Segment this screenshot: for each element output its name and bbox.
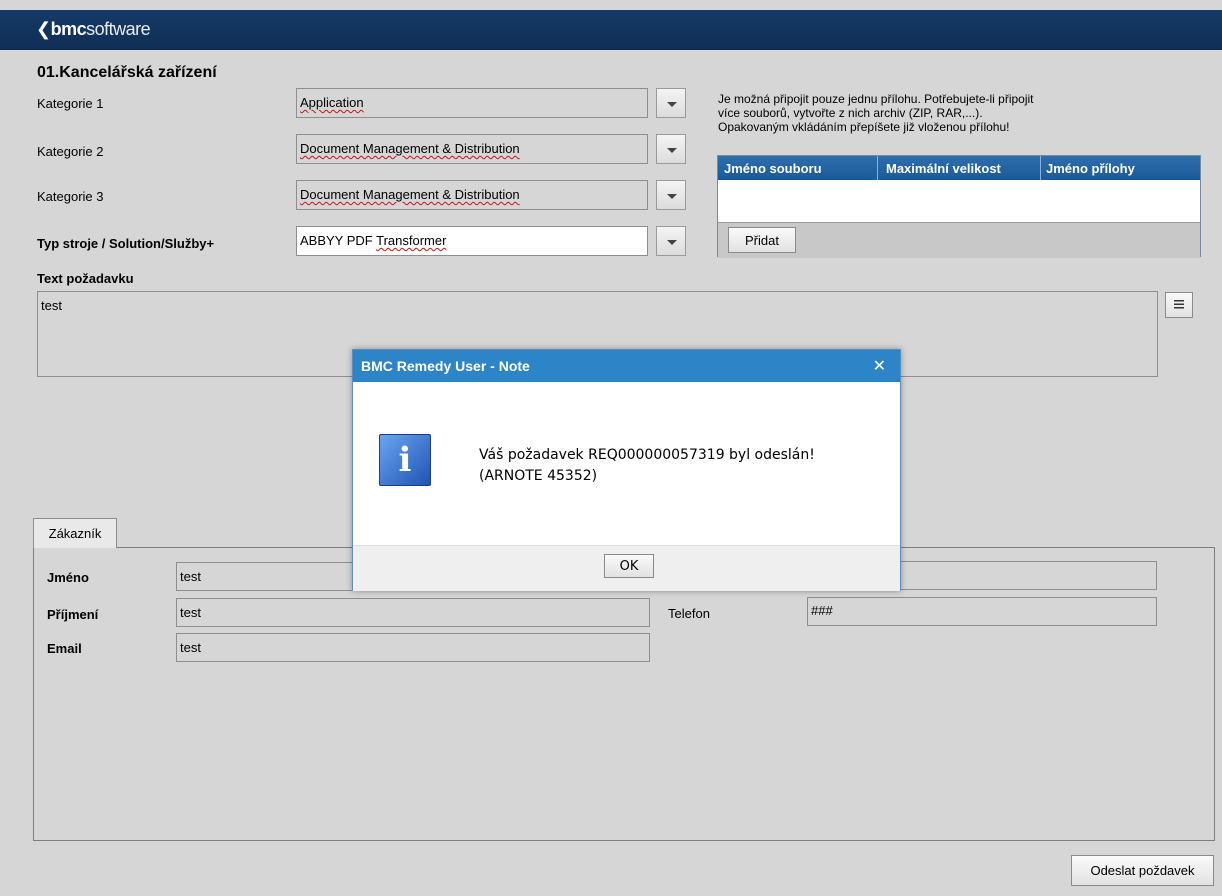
column-divider: [877, 156, 878, 180]
submit-request-button[interactable]: Odeslat poždavek: [1071, 855, 1214, 886]
last-name-field[interactable]: test: [176, 598, 650, 627]
bmc-logo: ❮bmcsoftware: [36, 19, 151, 39]
machine-type-field[interactable]: ABBYY PDF Transformer: [296, 226, 648, 256]
category-3-dropdown-button[interactable]: [656, 180, 686, 210]
attachment-table: Jméno souboru Maximální velikost Jméno p…: [717, 155, 1201, 258]
dialog-title: BMC Remedy User - Note: [361, 358, 530, 374]
attachment-table-header: Jméno souboru Maximální velikost Jméno p…: [718, 156, 1200, 180]
category-2-field[interactable]: Document Management & Distribution: [296, 134, 648, 164]
email-field[interactable]: test: [176, 633, 650, 662]
category-2-label: Kategorie 2: [37, 144, 104, 159]
phone-label: Telefon: [668, 606, 710, 621]
category-1-field[interactable]: Application: [296, 88, 648, 118]
logo-chevron-icon: ❮: [36, 19, 51, 39]
category-3-field[interactable]: Document Management & Distribution: [296, 180, 648, 210]
info-icon: i: [379, 434, 431, 486]
expand-text-button[interactable]: [1165, 292, 1193, 318]
category-1-dropdown-button[interactable]: [656, 88, 686, 118]
header-bar: [0, 10, 1222, 50]
request-text-label: Text požadavku: [37, 271, 134, 286]
first-name-label: Jméno: [47, 570, 89, 585]
dialog-footer: OK: [353, 545, 900, 591]
tab-customer[interactable]: Zákazník: [33, 518, 117, 548]
column-max-size[interactable]: Maximální velikost: [886, 161, 1001, 176]
machine-type-dropdown-button[interactable]: [656, 226, 686, 256]
column-attachment-name[interactable]: Jméno přílohy: [1046, 161, 1135, 176]
form-title: 01.Kancelářská zařízení: [37, 64, 217, 81]
attachment-note: Je možná připojit pouze jednu přílohu. P…: [718, 92, 1034, 134]
category-1-label: Kategorie 1: [37, 96, 104, 111]
ok-button[interactable]: OK: [604, 554, 654, 578]
column-divider: [1040, 156, 1041, 180]
note-dialog: BMC Remedy User - Note ✕ i Váš požadavek…: [352, 349, 901, 591]
close-icon[interactable]: ✕: [873, 356, 886, 375]
add-attachment-button[interactable]: Přidat: [728, 227, 796, 253]
machine-type-label: Typ stroje / Solution/Služby+: [37, 236, 215, 251]
phone-field[interactable]: ###: [807, 597, 1157, 626]
last-name-label: Příjmení: [47, 607, 99, 622]
dialog-title-bar: BMC Remedy User - Note ✕: [353, 350, 900, 382]
category-3-label: Kategorie 3: [37, 189, 104, 204]
attachment-table-footer: Přidat: [718, 222, 1200, 258]
category-2-dropdown-button[interactable]: [656, 134, 686, 164]
customer-panel: [33, 547, 1215, 841]
column-file-name[interactable]: Jméno souboru: [724, 161, 822, 176]
dialog-message: Váš požadavek REQ000000057319 byl odeslá…: [479, 447, 815, 484]
text-expand-icon: [1174, 300, 1184, 309]
email-label: Email: [47, 641, 82, 656]
